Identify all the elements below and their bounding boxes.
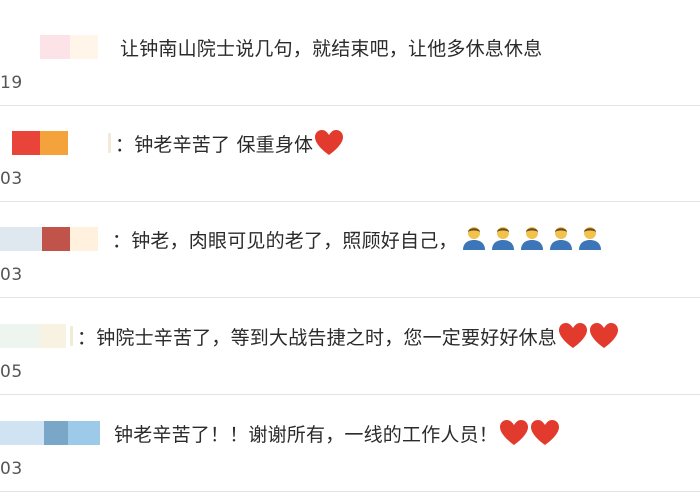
- comment-timestamp: 03: [0, 265, 23, 285]
- comment-text: ：钟院士辛苦了，等到大战告捷之时，您一定要好好休息: [77, 326, 558, 349]
- emoji-group: [458, 224, 603, 255]
- masked-username[interactable]: [12, 131, 68, 155]
- red-heart-emoji: [530, 419, 560, 447]
- comment-text: 钟老辛苦了！！谢谢所有，一线的工作人员！: [114, 423, 499, 446]
- person-emoji: [461, 224, 487, 250]
- comment-timestamp: 05: [0, 362, 23, 382]
- masked-username[interactable]: [0, 227, 98, 251]
- comment-item: 让钟南山院士说几句，就结束吧，让他多休息休息 19: [0, 10, 700, 106]
- divider: [0, 297, 700, 298]
- masked-fragment: [108, 133, 111, 153]
- comment-item: 钟老辛苦了！！谢谢所有，一线的工作人员！ 03: [0, 396, 700, 492]
- masked-fragment: [70, 326, 73, 346]
- masked-username[interactable]: [40, 35, 98, 59]
- comment-item: ：钟老，肉眼可见的老了，照顾好自己， 03: [0, 202, 700, 298]
- person-emoji: [577, 224, 603, 250]
- masked-username[interactable]: [0, 421, 100, 445]
- comment-timestamp: 03: [0, 169, 23, 189]
- comment-timestamp: 03: [0, 459, 23, 479]
- red-heart-emoji: [589, 322, 619, 350]
- comment-item: ：钟院士辛苦了，等到大战告捷之时，您一定要好好休息 05: [0, 299, 700, 395]
- comment-timestamp: 19: [0, 73, 23, 93]
- comment-text: ：钟老辛苦了 保重身体: [115, 133, 314, 156]
- masked-username[interactable]: [0, 324, 66, 348]
- person-emoji: [490, 224, 516, 250]
- red-heart-emoji: [558, 322, 588, 350]
- person-emoji: [548, 224, 574, 250]
- divider: [0, 394, 700, 395]
- red-heart-emoji: [499, 419, 529, 447]
- comment-item: ：钟老辛苦了 保重身体 03: [0, 106, 700, 202]
- person-emoji: [519, 224, 545, 250]
- comment-text: ：钟老，肉眼可见的老了，照顾好自己，: [112, 229, 458, 252]
- comment-feed: 让钟南山院士说几句，就结束吧，让他多休息休息 19 ：钟老辛苦了 保重身体 03…: [0, 0, 700, 500]
- divider: [0, 491, 700, 492]
- comment-text: 让钟南山院士说几句，就结束吧，让他多休息休息: [120, 37, 543, 60]
- red-heart-emoji: [314, 129, 344, 157]
